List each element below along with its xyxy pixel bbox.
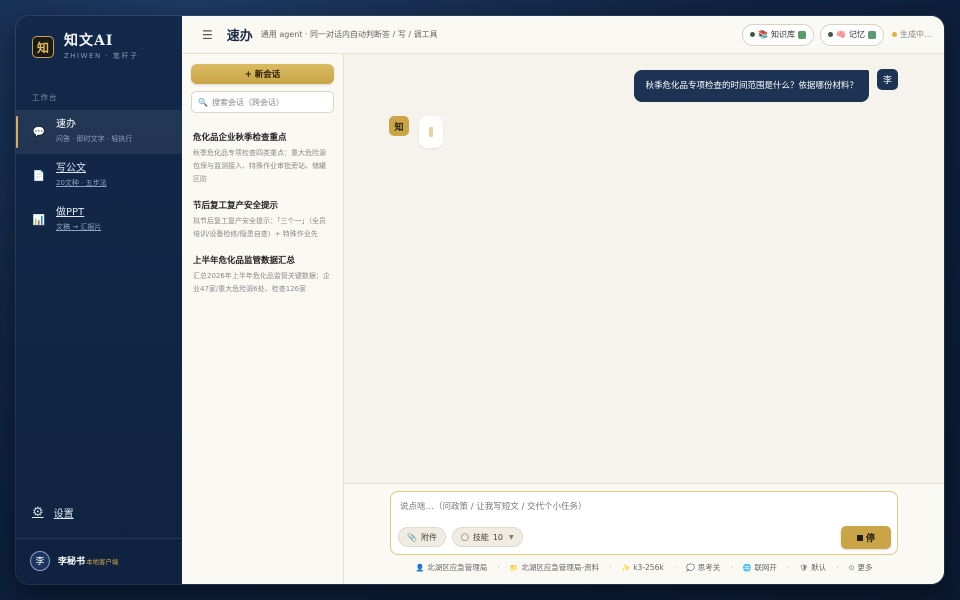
org-selector[interactable]: 👤 北湖区应急管理局 (416, 562, 488, 573)
mode-selector[interactable]: 🛡 默认 (799, 562, 826, 573)
chat-panel: 秋季危化品专项检查的时间范围是什么？依据哪份材料？ 李 知 说点啥…（问政策 /… (344, 54, 944, 584)
conversation-title: 节后复工复产安全提示 (193, 201, 279, 211)
app-window: 知 知文AI ZHIWEN · 笔杆子 工作台 💬 速办 问答 · 即时文字 ·… (15, 15, 945, 585)
settings-button[interactable]: ⚙ 设置 (16, 500, 182, 524)
books-icon: 📚 (758, 30, 769, 39)
status-dot-icon (892, 32, 897, 37)
conversation-snippet: 秋季危化品专项检查四类重点：重大危险源包保与监测接入、特殊作业审批旁站、储罐区防 (193, 149, 326, 183)
brand-subtitle: ZHIWEN · 笔杆子 (64, 51, 139, 60)
sidebar-item-ppt[interactable]: 📊 做PPT 文稿 → 汇报片 (16, 198, 182, 242)
skills-label: 技能 (472, 532, 489, 542)
composer-area: 📎 附件 ◯ 技能 10 ▼ 停 (344, 483, 944, 584)
knowledge-label: 知识库 (771, 30, 796, 39)
user-profile[interactable]: 李 李秘书 本地客户端 (16, 538, 182, 584)
stop-icon (856, 534, 863, 541)
composer: 📎 附件 ◯ 技能 10 ▼ 停 (390, 491, 898, 555)
shield-icon: 🛡 (799, 563, 809, 572)
web-toggle[interactable]: 🌐 联网开 (743, 562, 777, 573)
list-item[interactable]: 节后复工复产安全提示 拟节后复工复产安全提示：「三个一」（全员培训/设备检修/隐… (191, 200, 334, 241)
bot-typing-bubble (419, 116, 443, 148)
paperclip-icon: 📎 (407, 532, 417, 542)
typing-cursor-icon (429, 127, 433, 137)
conversation-snippet: 汇总2026年上半年危化品监管关键数据：企业47家/重大危险源6处、检查126家 (193, 272, 330, 293)
thinking-toggle[interactable]: 💭 思考关 (686, 562, 720, 573)
stop-button[interactable]: 停 (841, 526, 891, 549)
page-title: 速办 (226, 29, 253, 44)
memory-button[interactable]: 🧠 记忆 (820, 23, 884, 46)
status-indicator: 生成中… (892, 29, 932, 40)
brand-name: 知文AI (64, 32, 114, 49)
attach-label: 附件 (420, 532, 437, 542)
topbar: ☰ 速办 通用 agent · 同一对话内自动判断答 / 写 / 调工具 📚 知… (182, 16, 944, 54)
sidebar-item-title: 速办 (56, 119, 76, 130)
toggle-icon (798, 30, 807, 39)
more-icon: ⊙ (848, 563, 855, 572)
search-icon: 🔍 (198, 97, 208, 107)
sidebar-item-desc: 20文种 · 五步法 (56, 179, 107, 187)
folder-icon: 📁 (509, 563, 519, 572)
skills-count: 10 (492, 532, 503, 542)
section-label: 工作台 (32, 93, 58, 102)
knowledge-base-button[interactable]: 📚 知识库 (742, 23, 815, 46)
conversation-panel: + 新会话 🔍 危化品企业秋季检查重点 秋季危化品专项检查四类重点：重大危险源包… (182, 54, 344, 584)
bot-avatar: 知 (389, 116, 409, 136)
page-subtitle: 通用 agent · 同一对话内自动判断答 / 写 / 调工具 (260, 30, 438, 39)
chevron-down-icon: ▼ (509, 533, 514, 541)
new-conversation-button[interactable]: + 新会话 (191, 64, 334, 84)
more-button[interactable]: ⊙ 更多 (849, 562, 873, 573)
sidebar-item-desc: 问答 · 即时文字 · 轻执行 (56, 135, 133, 143)
user-message: 秋季危化品专项检查的时间范围是什么？依据哪份材料？ 李 (390, 69, 898, 102)
search-input[interactable] (211, 97, 327, 107)
brand-logo: 知 (32, 36, 54, 58)
sidebar: 知 知文AI ZHIWEN · 笔杆子 工作台 💬 速办 问答 · 即时文字 ·… (16, 16, 182, 584)
composer-footer: 👤 北湖区应急管理局 · 📁 北湖区应急管理局-资料 · ✨ k3-256k ·… (415, 562, 873, 573)
status-dot-icon (828, 32, 834, 37)
conversation-snippet: 拟节后复工复产安全提示：「三个一」（全员培训/设备检修/隐患自查）+ 特殊作业先 (193, 217, 326, 238)
user-message-bubble: 秋季危化品专项检查的时间范围是什么？依据哪份材料？ (634, 70, 869, 102)
settings-label: 设置 (53, 508, 74, 520)
globe-icon: 🌐 (742, 563, 752, 572)
attach-button[interactable]: 📎 附件 (398, 527, 446, 547)
chat-bubble-icon: 💬 (32, 126, 46, 138)
main-area: ☰ 速办 通用 agent · 同一对话内自动判断答 / 写 / 调工具 📚 知… (182, 16, 944, 584)
sidebar-item-quick[interactable]: 💬 速办 问答 · 即时文字 · 轻执行 (16, 110, 182, 154)
list-item[interactable]: 上半年危化品监管数据汇总 汇总2026年上半年危化品监管关键数据：企业47家/重… (191, 255, 334, 296)
person-icon: 👤 (415, 563, 425, 572)
status-dot-icon (750, 32, 756, 37)
document-icon: 📄 (32, 170, 46, 182)
sparkle-icon: ✨ (621, 563, 631, 572)
circle-icon: ◯ (460, 533, 469, 541)
conversation-list: 危化品企业秋季检查重点 秋季危化品专项检查四类重点：重大危险源包保与监测接入、特… (191, 132, 334, 310)
conversation-title: 危化品企业秋季检查重点 (193, 133, 287, 143)
stop-label: 停 (865, 534, 875, 544)
brand: 知 知文AI ZHIWEN · 笔杆子 (16, 16, 182, 64)
toggle-icon (868, 30, 876, 39)
user-role: 本地客户端 (86, 557, 119, 566)
sidebar-item-desc: 文稿 → 汇报片 (56, 223, 102, 231)
skills-dropdown[interactable]: ◯ 技能 10 ▼ (451, 527, 523, 547)
sidebar-nav: 💬 速办 问答 · 即时文字 · 轻执行 📄 写公文 20文种 · 五步法 📊 … (16, 110, 182, 242)
kb-selector[interactable]: 📁 北湖区应急管理局-资料 (510, 562, 599, 573)
sidebar-item-title: 做PPT (56, 207, 85, 218)
message-list: 秋季危化品专项检查的时间范围是什么？依据哪份材料？ 李 知 (344, 54, 944, 483)
sidebar-item-write[interactable]: 📄 写公文 20文种 · 五步法 (16, 154, 182, 198)
user-name: 李秘书 (58, 557, 86, 567)
message-input[interactable] (400, 500, 888, 516)
conversation-title: 上半年危化品监管数据汇总 (193, 256, 296, 266)
search-box: 🔍 (191, 91, 334, 113)
model-selector[interactable]: ✨ k3-256k (621, 563, 663, 572)
status-label: 生成中… (900, 30, 932, 39)
sidebar-item-title: 写公文 (56, 163, 86, 174)
menu-icon[interactable]: ☰ (202, 28, 213, 42)
gear-icon: ⚙ (32, 504, 44, 520)
list-item[interactable]: 危化品企业秋季检查重点 秋季危化品专项检查四类重点：重大危险源包保与监测接入、特… (191, 132, 334, 186)
avatar: 李 (30, 550, 50, 571)
presentation-icon: 📊 (32, 214, 46, 226)
brain-icon: 🧠 (836, 30, 846, 39)
memory-label: 记忆 (849, 30, 865, 39)
user-avatar: 李 (877, 69, 898, 90)
thought-icon: 💭 (686, 563, 695, 572)
bot-message: 知 (389, 116, 898, 148)
